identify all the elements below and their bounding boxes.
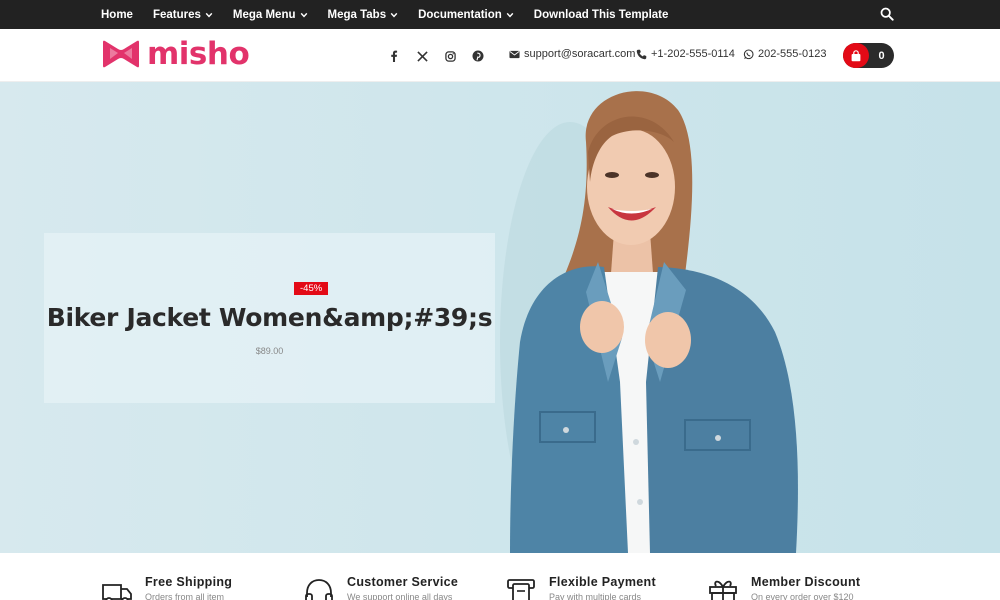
chevron-down-icon	[390, 12, 398, 18]
logo-text: misho	[147, 36, 250, 72]
nav-item-documentation[interactable]: Documentation	[418, 9, 514, 21]
pinterest-icon[interactable]	[470, 48, 486, 64]
site-header: misho support@soracart.com +1-202-555-01…	[0, 29, 1000, 82]
hero-model-image	[500, 91, 798, 553]
contact-whatsapp[interactable]: 202-555-0123	[743, 48, 827, 60]
nav-item-label: Home	[101, 8, 133, 21]
feature-title: Customer Service	[347, 575, 459, 589]
feature-title: Free Shipping	[145, 575, 233, 589]
feature-description: Pay with multiple cards	[549, 592, 642, 600]
nav-item-mega-tabs[interactable]: Mega Tabs	[328, 9, 399, 21]
contact-email[interactable]: support@soracart.com	[509, 48, 635, 60]
feature-description: On every order over $120	[751, 592, 854, 600]
feature-title: Member Discount	[751, 575, 861, 589]
cart-count: 0	[878, 49, 885, 62]
hero-product-card[interactable]: -45% Biker Jacket Women&amp;#39;s $89.00	[44, 233, 495, 403]
nav-item-label: Documentation	[418, 8, 502, 21]
cart-button[interactable]: 0	[843, 43, 894, 68]
search-icon[interactable]	[880, 7, 894, 21]
feature-description: Orders from all item	[145, 592, 225, 600]
whatsapp-text: 202-555-0123	[758, 48, 827, 60]
feature-customer-service: Customer Service We support online all d…	[303, 575, 458, 600]
social-links	[386, 48, 486, 64]
nav-item-download-template[interactable]: Download This Template	[534, 9, 669, 21]
feature-free-shipping: Free Shipping Orders from all item	[101, 575, 232, 600]
nav-item-label: Mega Tabs	[327, 8, 387, 21]
feature-member-discount: Member Discount On every order over $120	[707, 575, 860, 600]
phone-text: +1-202-555-0114	[651, 48, 735, 60]
feature-flexible-payment: Flexible Payment Pay with multiple cards	[505, 575, 656, 600]
x-icon[interactable]	[414, 48, 430, 64]
envelope-icon	[509, 50, 520, 58]
cart-bag-icon	[843, 43, 869, 68]
chevron-down-icon	[506, 12, 514, 18]
top-navigation-bar: Home Features Mega Menu Mega Tabs Docume…	[0, 0, 1000, 29]
feature-description: We support online all days	[347, 592, 453, 600]
feature-title: Flexible Payment	[549, 575, 656, 589]
contact-phone[interactable]: +1-202-555-0114	[636, 48, 735, 60]
chevron-down-icon	[300, 12, 307, 18]
bow-logo-icon	[103, 40, 139, 68]
hero-product-price: $89.00	[255, 346, 284, 356]
nav-item-label: Download This Template	[533, 8, 669, 21]
nav-item-features[interactable]: Features	[153, 9, 213, 21]
hero-slider[interactable]: -45% Biker Jacket Women&amp;#39;s $89.00	[0, 82, 1000, 553]
nav-item-label: Mega Menu	[232, 8, 296, 21]
payment-icon	[507, 579, 535, 600]
main-menu: Home Features Mega Menu Mega Tabs Docume…	[101, 0, 688, 29]
site-logo[interactable]: misho	[101, 36, 250, 72]
nav-item-mega-menu[interactable]: Mega Menu	[233, 9, 308, 21]
gift-icon	[709, 580, 737, 600]
hero-product-title[interactable]: Biker Jacket Women&amp;#39;s	[44, 303, 495, 332]
nav-item-label: Features	[152, 8, 201, 21]
truck-icon	[102, 584, 132, 600]
discount-badge: -45%	[294, 282, 329, 295]
whatsapp-icon	[743, 48, 754, 59]
chevron-down-icon	[205, 12, 213, 18]
phone-icon	[636, 49, 647, 59]
facebook-icon[interactable]	[386, 48, 402, 64]
email-text: support@soracart.com	[524, 48, 636, 60]
features-strip: Free Shipping Orders from all item Custo…	[0, 553, 1000, 600]
nav-item-home[interactable]: Home	[101, 9, 133, 21]
instagram-icon[interactable]	[442, 48, 458, 64]
headphones-icon	[305, 579, 333, 600]
